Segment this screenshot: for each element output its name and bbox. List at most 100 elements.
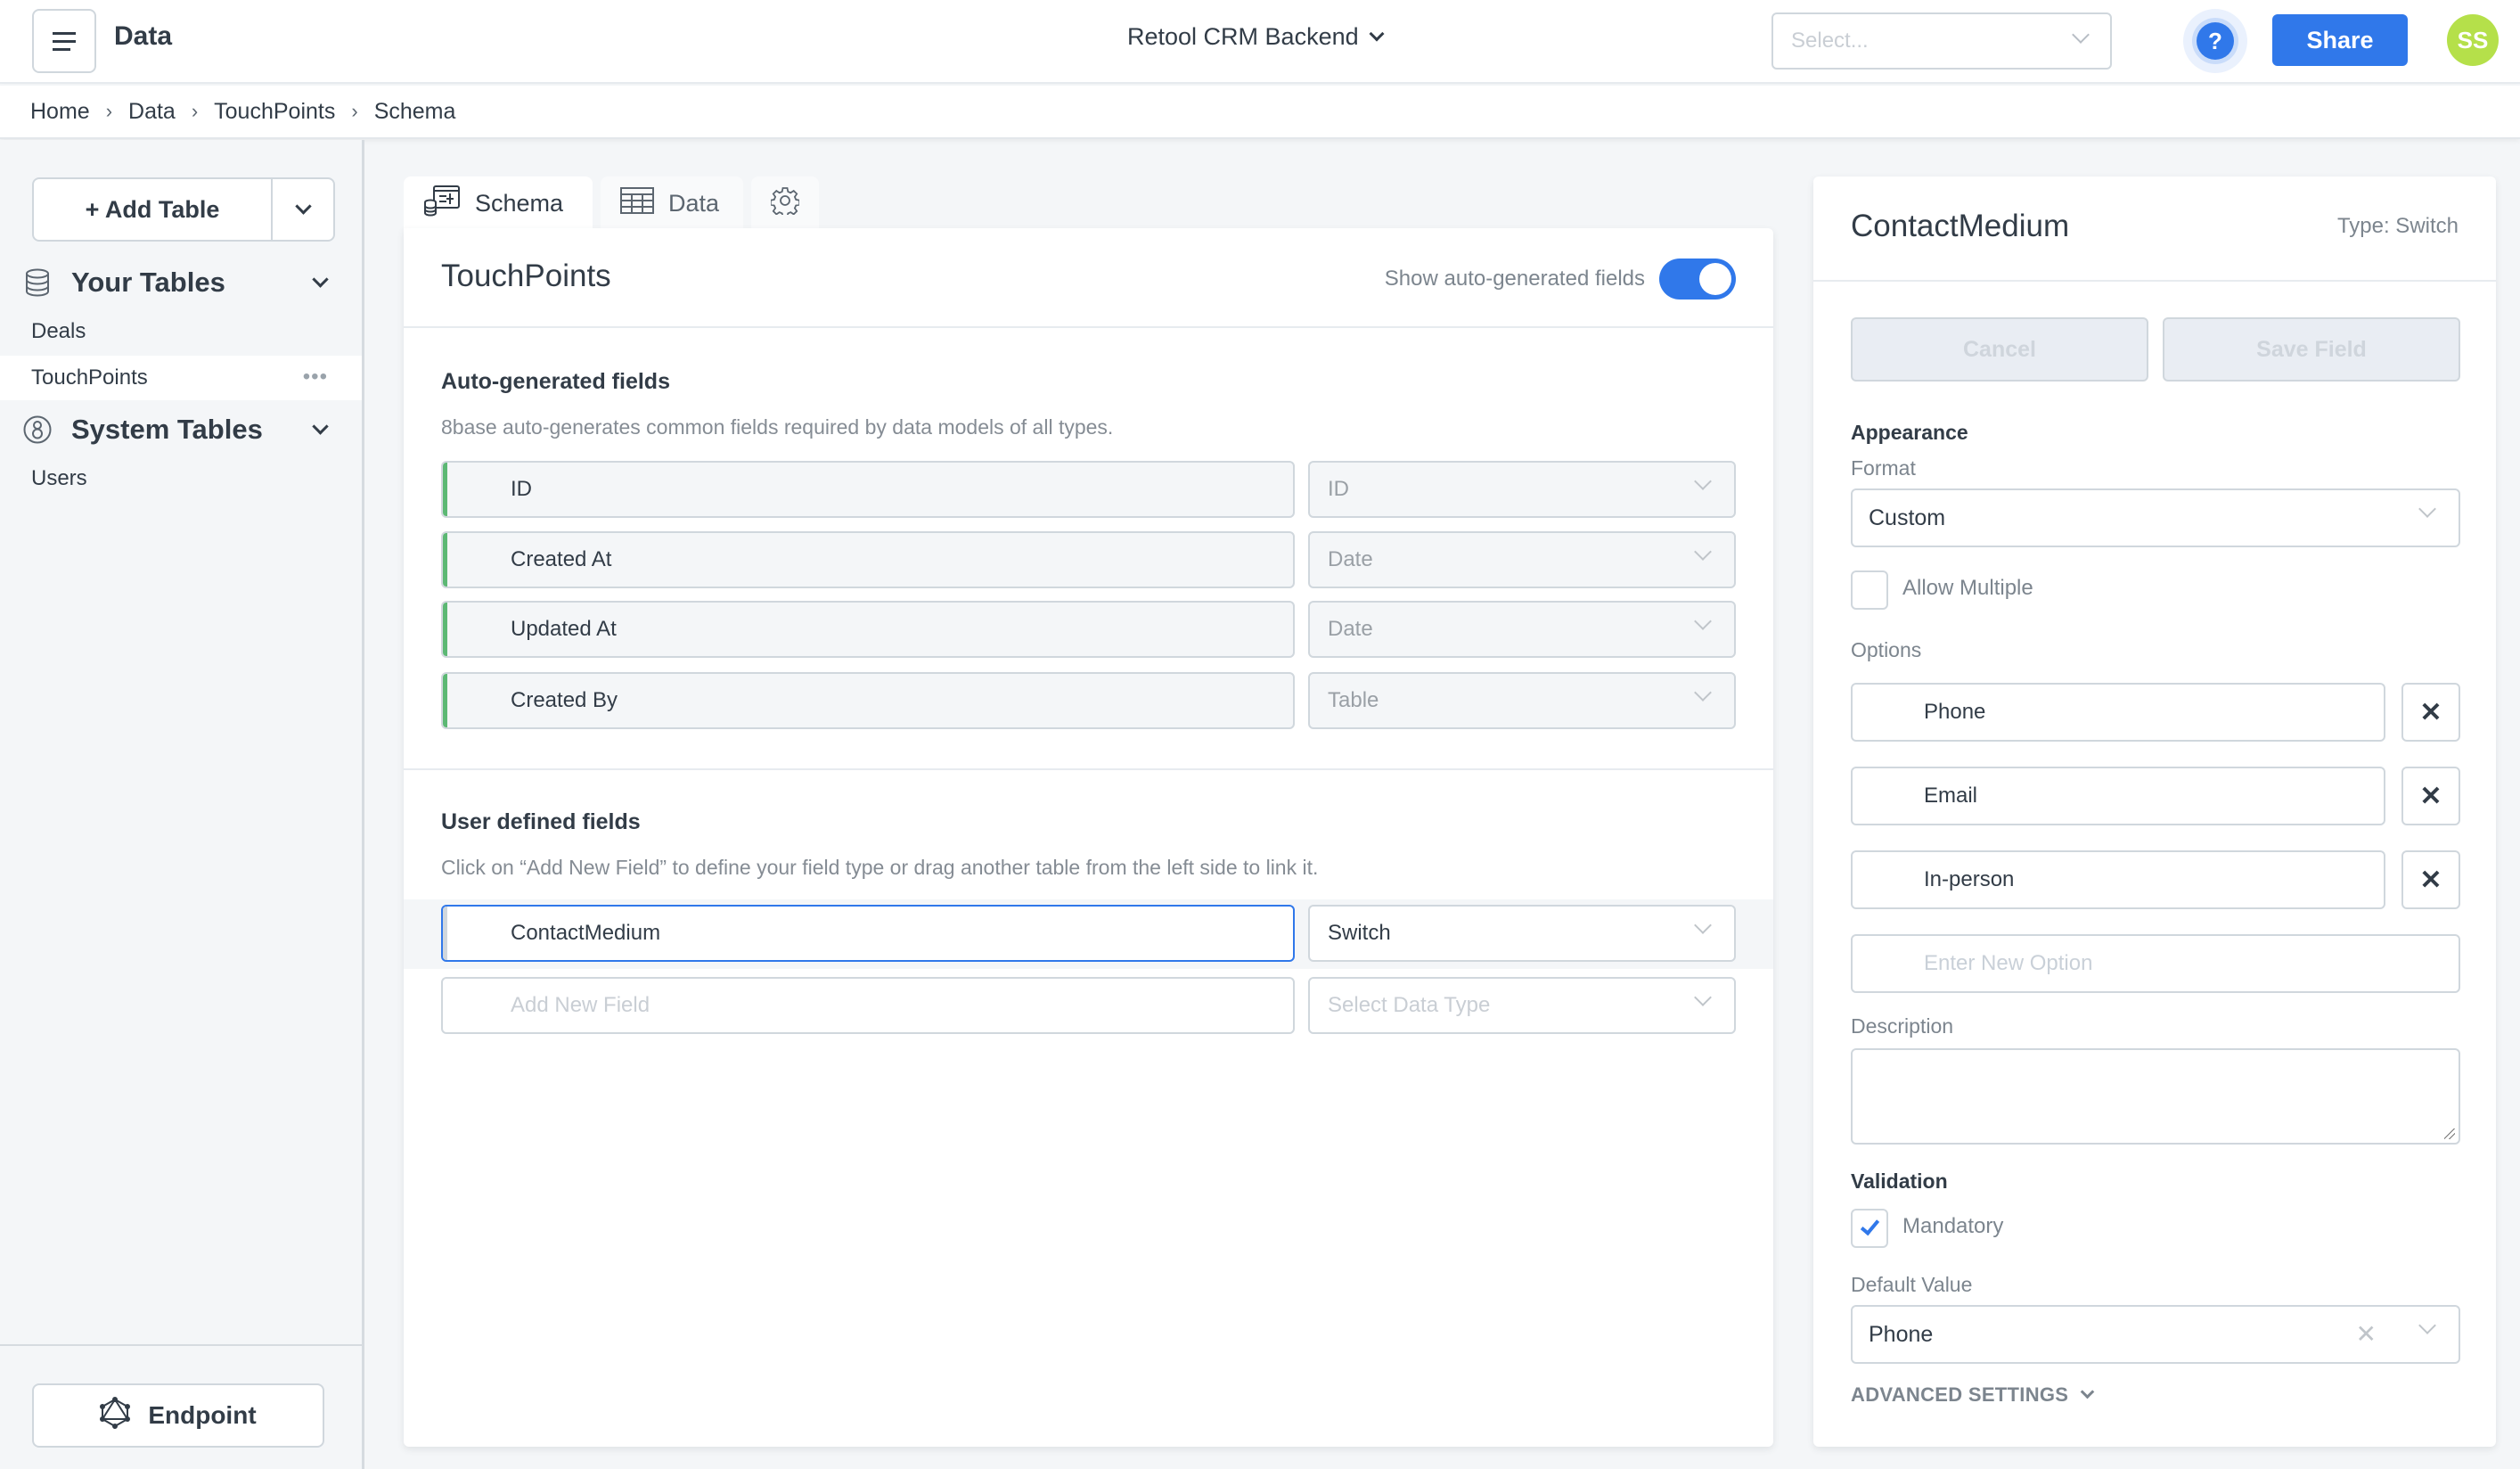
chevron-down-icon bbox=[2418, 1317, 2436, 1334]
section-label: Your Tables bbox=[71, 267, 225, 298]
help-icon: ? bbox=[2197, 22, 2234, 60]
format-label: Format bbox=[1851, 456, 1916, 480]
validation-heading: Validation bbox=[1851, 1169, 1948, 1193]
auto-fields-toggle[interactable] bbox=[1659, 259, 1736, 300]
field-type-select: Date bbox=[1308, 601, 1736, 658]
breadcrumb: Home › Data › TouchPoints › Schema bbox=[0, 86, 2520, 139]
chevron-down-icon bbox=[294, 197, 312, 215]
table-title: TouchPoints bbox=[441, 259, 611, 293]
section-system-tables[interactable]: System Tables bbox=[23, 407, 344, 452]
default-value-label: Default Value bbox=[1851, 1273, 1973, 1296]
mandatory-checkbox[interactable] bbox=[1851, 1209, 1888, 1248]
toggle-knob bbox=[1699, 263, 1731, 295]
gear-icon bbox=[769, 186, 801, 221]
sidebar-item-touchpoints[interactable]: TouchPoints ••• bbox=[0, 356, 362, 400]
clear-icon[interactable]: ✕ bbox=[2356, 1319, 2377, 1349]
select-placeholder: Select... bbox=[1791, 29, 1869, 53]
add-table-button[interactable]: + Add Table bbox=[34, 179, 273, 240]
new-option-input[interactable]: Enter New Option bbox=[1851, 934, 2460, 993]
avatar[interactable]: SS bbox=[2447, 14, 2499, 66]
field-type-select[interactable]: Switch bbox=[1308, 905, 1736, 962]
advanced-settings-label: ADVANCED SETTINGS bbox=[1851, 1383, 2069, 1406]
toggle-label: Show auto-generated fields bbox=[1384, 267, 1645, 291]
schema-icon bbox=[423, 185, 461, 223]
field-type-placeholder: Select Data Type bbox=[1328, 993, 1491, 1017]
add-table-dropdown[interactable] bbox=[273, 179, 333, 240]
option-input[interactable]: Email bbox=[1851, 767, 2385, 825]
user-fields-title: User defined fields bbox=[441, 809, 641, 834]
breadcrumb-touchpoints[interactable]: TouchPoints bbox=[214, 99, 335, 125]
chevron-down-icon bbox=[312, 270, 329, 288]
description-label: Description bbox=[1851, 1014, 1954, 1038]
sidebar-divider bbox=[0, 1344, 362, 1346]
new-field-type-select[interactable]: Select Data Type bbox=[1308, 977, 1736, 1034]
tab-settings[interactable] bbox=[751, 176, 819, 230]
sidebar-item-deals[interactable]: Deals bbox=[0, 309, 362, 354]
chevron-down-icon bbox=[1694, 612, 1712, 630]
description-textarea[interactable] bbox=[1851, 1048, 2460, 1145]
field-name-input: Created At bbox=[441, 531, 1295, 588]
tab-data[interactable]: Data bbox=[601, 176, 743, 230]
new-field-input[interactable]: Add New Field bbox=[441, 977, 1295, 1034]
chevron-right-icon: › bbox=[105, 100, 113, 122]
hamburger-icon bbox=[53, 31, 76, 51]
menu-button[interactable] bbox=[32, 9, 96, 73]
share-button[interactable]: Share bbox=[2272, 14, 2408, 66]
resize-handle-icon[interactable] bbox=[2444, 1128, 2455, 1139]
more-options-icon[interactable]: ••• bbox=[303, 365, 328, 390]
allow-multiple-checkbox[interactable] bbox=[1851, 570, 1888, 610]
sidebar-item-label: TouchPoints bbox=[31, 365, 148, 390]
allow-multiple-label: Allow Multiple bbox=[1902, 576, 2033, 600]
chevron-right-icon: › bbox=[351, 100, 358, 122]
field-row: Updated At Date bbox=[404, 599, 1773, 660]
remove-option-button[interactable]: ✕ bbox=[2401, 767, 2460, 825]
format-value: Custom bbox=[1869, 505, 1946, 530]
endpoint-button[interactable]: Endpoint bbox=[32, 1383, 324, 1448]
tab-label: Schema bbox=[475, 189, 564, 217]
chevron-down-icon bbox=[1694, 472, 1712, 490]
breadcrumb-schema: Schema bbox=[373, 98, 456, 124]
remove-option-button[interactable]: ✕ bbox=[2401, 683, 2460, 742]
environment-select[interactable]: Select... bbox=[1771, 12, 2112, 70]
section-your-tables[interactable]: Your Tables bbox=[23, 260, 344, 305]
schema-header: TouchPoints Show auto-generated fields bbox=[404, 228, 1773, 328]
chevron-down-icon bbox=[2072, 26, 2090, 44]
option-input[interactable]: Phone bbox=[1851, 683, 2385, 742]
field-type-value: ID bbox=[1328, 477, 1349, 501]
breadcrumb-data[interactable]: Data bbox=[128, 99, 176, 125]
appearance-heading: Appearance bbox=[1851, 421, 1968, 444]
database-icon bbox=[23, 268, 52, 297]
chevron-down-icon bbox=[312, 417, 329, 435]
tab-schema[interactable]: Schema bbox=[404, 176, 593, 230]
help-button[interactable]: ? bbox=[2183, 9, 2247, 73]
field-type-select: Table bbox=[1308, 672, 1736, 729]
endpoint-label: Endpoint bbox=[148, 1401, 257, 1429]
breadcrumb-home[interactable]: Home bbox=[30, 99, 90, 125]
format-select[interactable]: Custom bbox=[1851, 488, 2460, 547]
advanced-settings-toggle[interactable]: ADVANCED SETTINGS bbox=[1851, 1383, 2095, 1407]
field-row-selected[interactable]: ContactMedium Switch bbox=[404, 899, 1773, 969]
field-type-value: Switch bbox=[1328, 921, 1391, 945]
field-name-input[interactable]: ContactMedium bbox=[441, 905, 1295, 962]
cancel-button[interactable]: Cancel bbox=[1851, 317, 2148, 382]
chevron-down-icon bbox=[2418, 500, 2436, 518]
save-field-button[interactable]: Save Field bbox=[2163, 317, 2460, 382]
mandatory-label: Mandatory bbox=[1902, 1214, 2004, 1238]
close-icon: ✕ bbox=[2419, 865, 2442, 895]
section-divider bbox=[404, 768, 1773, 770]
auto-fields-description: 8base auto-generates common fields requi… bbox=[441, 415, 1114, 439]
field-type-value: Date bbox=[1328, 617, 1373, 641]
workspace-name: Retool CRM Backend bbox=[1127, 23, 1359, 50]
checkmark-icon bbox=[1860, 1215, 1879, 1236]
app-title: Data bbox=[114, 21, 173, 51]
sidebar-item-users[interactable]: Users bbox=[0, 456, 362, 501]
field-name-input: Created By bbox=[441, 672, 1295, 729]
graphql-icon bbox=[100, 1396, 131, 1435]
chevron-down-icon bbox=[1694, 684, 1712, 702]
remove-option-button[interactable]: ✕ bbox=[2401, 850, 2460, 909]
add-table-split-button: + Add Table bbox=[32, 177, 335, 242]
default-value-select[interactable]: Phone ✕ bbox=[1851, 1305, 2460, 1364]
option-input[interactable]: In-person bbox=[1851, 850, 2385, 909]
system-8base-icon bbox=[23, 415, 52, 444]
workspace-switcher[interactable]: Retool CRM Backend bbox=[1127, 23, 1385, 51]
